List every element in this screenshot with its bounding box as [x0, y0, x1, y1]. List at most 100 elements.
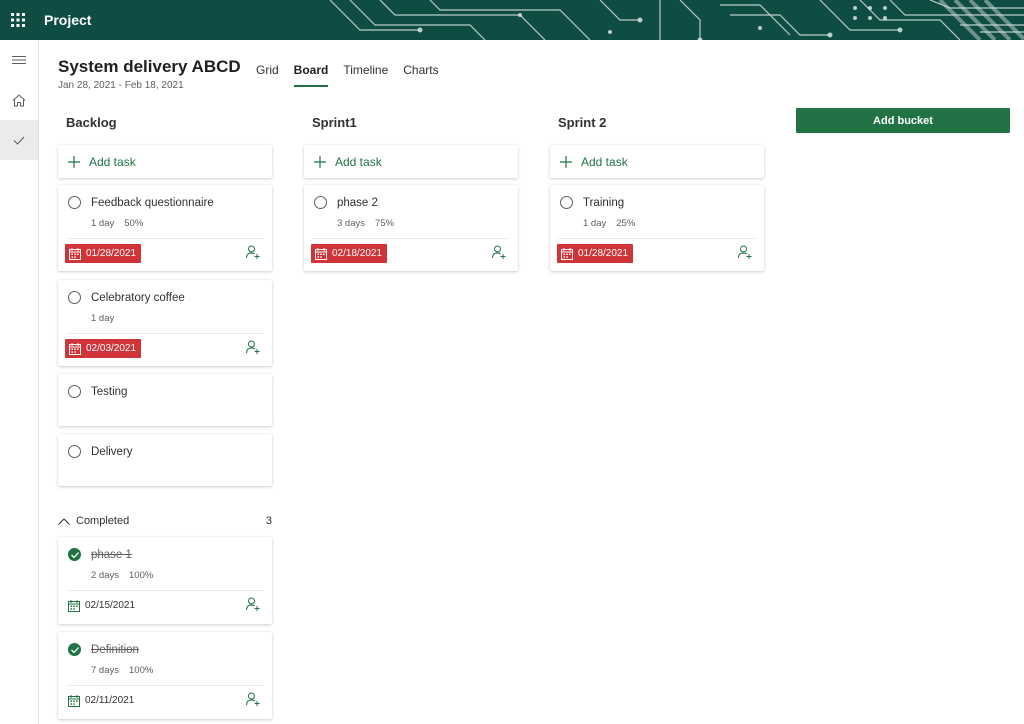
due-date: 01/28/2021: [86, 248, 137, 259]
collapse-nav-button[interactable]: [0, 40, 38, 80]
due-date-badge[interactable]: 02/03/2021: [65, 339, 142, 358]
task-card[interactable]: Feedback questionnaire 1 day 50% 01/28/20…: [58, 185, 272, 271]
assign-button[interactable]: [246, 340, 260, 359]
task-meta: 2 days 100%: [91, 570, 153, 581]
complete-task-checkbox[interactable]: [314, 196, 327, 209]
app-launcher-button[interactable]: [0, 0, 36, 40]
add-task-button-backlog[interactable]: Add task: [58, 145, 272, 178]
tab-grid[interactable]: Grid: [256, 63, 279, 87]
assign-button[interactable]: [246, 597, 260, 616]
card-divider: [66, 685, 264, 686]
due-date: 02/03/2021: [86, 343, 137, 354]
card-divider: [66, 333, 264, 334]
task-duration: 1 day: [583, 218, 607, 229]
task-card[interactable]: Celebratory coffee 1 day 02/03/2021: [58, 280, 272, 366]
due-date-badge[interactable]: 02/15/2021: [65, 596, 140, 615]
bucket-title-sprint2[interactable]: Sprint 2: [558, 115, 606, 130]
due-date-badge[interactable]: 01/28/2021: [65, 244, 142, 263]
calendar-icon: [68, 694, 80, 707]
add-task-button-sprint1[interactable]: Add task: [304, 145, 518, 178]
task-duration: 2 days: [91, 570, 119, 581]
app-header: Project: [0, 0, 1024, 40]
task-name: Celebratory coffee: [91, 291, 185, 304]
task-card[interactable]: phase 2 3 days 75% 02/18/2021: [304, 185, 518, 271]
completed-task-card[interactable]: Definition 7 days 100% 02/11/2021: [58, 632, 272, 719]
add-task-label: Add task: [335, 154, 382, 169]
checkmark-icon: [13, 136, 25, 145]
plan-title: System delivery ABCD: [58, 57, 241, 76]
due-date-badge[interactable]: 02/11/2021: [65, 691, 139, 710]
task-name: Testing: [91, 385, 128, 398]
my-tasks-button[interactable]: [0, 120, 38, 160]
assign-button[interactable]: [246, 692, 260, 711]
task-card[interactable]: Testing: [58, 374, 272, 426]
view-tabs: Grid Board Timeline Charts: [256, 63, 454, 87]
app-name[interactable]: Project: [44, 12, 91, 28]
task-meta: 1 day 50%: [91, 218, 143, 229]
bucket-title-sprint1[interactable]: Sprint1: [312, 115, 357, 130]
plan-dates: Jan 28, 2021 - Feb 18, 2021: [58, 80, 184, 91]
due-date: 02/11/2021: [85, 695, 135, 706]
completed-toggle[interactable]: Completed 3: [58, 513, 272, 529]
task-duration: 1 day: [91, 313, 115, 324]
task-progress: 25%: [616, 218, 636, 229]
calendar-icon: [561, 247, 573, 260]
complete-task-checkbox[interactable]: [68, 385, 81, 398]
complete-task-checkbox[interactable]: [68, 445, 81, 458]
task-name: Delivery: [91, 445, 133, 458]
chevron-up-icon: [58, 517, 70, 525]
add-task-button-sprint2[interactable]: Add task: [550, 145, 764, 178]
add-task-label: Add task: [581, 154, 628, 169]
plus-icon: [68, 155, 80, 168]
card-divider: [66, 590, 264, 591]
task-progress: 50%: [124, 218, 144, 229]
due-date-badge[interactable]: 02/18/2021: [311, 244, 388, 263]
assign-button[interactable]: [246, 245, 260, 264]
due-date-badge[interactable]: 01/28/2021: [557, 244, 634, 263]
card-divider: [558, 238, 756, 239]
task-meta: 7 days 100%: [91, 665, 153, 676]
plus-icon: [314, 155, 326, 168]
task-duration: 1 day: [91, 218, 115, 229]
left-rail: [0, 40, 39, 724]
complete-task-checkbox[interactable]: [560, 196, 573, 209]
task-card[interactable]: Delivery: [58, 434, 272, 486]
home-button[interactable]: [0, 80, 38, 120]
assign-button[interactable]: [492, 245, 506, 264]
task-meta: 1 day: [91, 313, 114, 324]
task-name: Definition: [91, 643, 139, 656]
tab-timeline[interactable]: Timeline: [343, 63, 388, 87]
complete-task-checkbox[interactable]: [68, 291, 81, 304]
task-name: phase 2: [337, 196, 378, 209]
completed-checkmark[interactable]: [68, 643, 81, 656]
header-circuit-pattern: [329, 0, 1024, 40]
task-name: Training: [583, 196, 625, 209]
tab-charts[interactable]: Charts: [403, 63, 438, 87]
task-progress: 100%: [129, 665, 154, 676]
home-icon: [12, 93, 26, 106]
assign-person-icon: [492, 245, 506, 259]
completed-checkmark[interactable]: [68, 548, 81, 561]
completed-task-card[interactable]: phase 1 2 days 100% 02/15/2021: [58, 537, 272, 624]
bucket-title-backlog[interactable]: Backlog: [66, 115, 117, 130]
task-name: Feedback questionnaire: [91, 196, 214, 209]
assign-person-icon: [738, 245, 752, 259]
calendar-icon: [68, 599, 80, 612]
task-name: phase 1: [91, 548, 132, 561]
assign-button[interactable]: [738, 245, 752, 264]
due-date: 02/18/2021: [332, 248, 383, 259]
complete-task-checkbox[interactable]: [68, 196, 81, 209]
card-divider: [66, 238, 264, 239]
checkmark-icon: [70, 646, 79, 653]
add-bucket-button[interactable]: Add bucket: [796, 108, 1010, 133]
assign-person-icon: [246, 245, 260, 259]
task-duration: 7 days: [91, 665, 119, 676]
task-progress: 100%: [129, 570, 154, 581]
assign-person-icon: [246, 340, 260, 354]
task-card[interactable]: Training 1 day 25% 01/28/2021: [550, 185, 764, 271]
plus-icon: [560, 155, 572, 168]
due-date: 02/15/2021: [85, 600, 136, 611]
checkmark-icon: [70, 551, 79, 558]
task-meta: 3 days 75%: [337, 218, 394, 229]
tab-board[interactable]: Board: [293, 63, 328, 87]
